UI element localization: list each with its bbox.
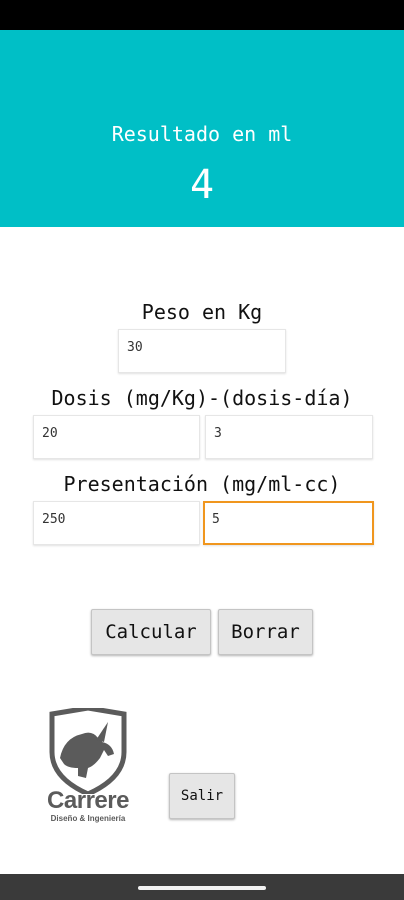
peso-label: Peso en Kg [141,300,263,324]
dosis-label: Dosis (mg/Kg)-(dosis-día) [51,386,353,410]
presentacion-label: Presentación (mg/ml-cc) [63,472,341,496]
home-indicator[interactable] [138,886,266,890]
rhino-shield-icon [49,708,127,794]
result-label: Resultado en ml [111,122,293,146]
salir-button[interactable]: Salir [169,773,235,819]
dosis-dia-input[interactable]: 3 [205,415,373,459]
logo-tagline: Diseño & Ingeniería [50,814,126,823]
calcular-button[interactable]: Calcular [91,609,211,655]
dosis-mg-kg-input[interactable]: 20 [33,415,200,459]
logo-name: Carrere [47,787,129,814]
presentacion-mg-input[interactable]: 250 [33,501,200,545]
company-logo: Carrere Diseño & Ingeniería [38,708,138,828]
navigation-bar [0,874,404,900]
peso-input[interactable]: 30 [118,329,286,373]
presentacion-ml-input[interactable]: 5 [203,501,374,545]
result-value: 4 [189,162,215,208]
status-bar [0,0,404,30]
borrar-button[interactable]: Borrar [218,609,313,655]
result-panel: Resultado en ml 4 [0,30,404,227]
